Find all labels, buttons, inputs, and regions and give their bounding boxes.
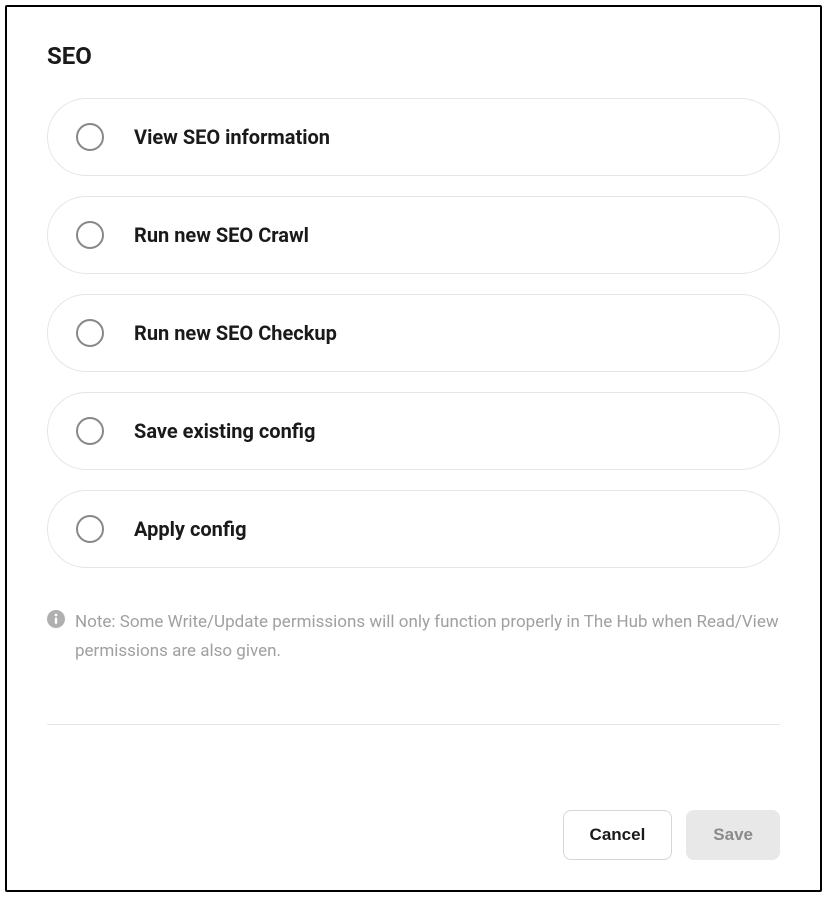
radio-icon bbox=[76, 515, 104, 543]
option-label: View SEO information bbox=[134, 125, 330, 149]
info-icon bbox=[47, 610, 65, 628]
option-save-existing-config[interactable]: Save existing config bbox=[47, 392, 780, 470]
note-text: Note: Some Write/Update permissions will… bbox=[75, 608, 780, 666]
save-button[interactable]: Save bbox=[686, 810, 780, 860]
button-row: Cancel Save bbox=[7, 785, 820, 890]
note-block: Note: Some Write/Update permissions will… bbox=[47, 608, 780, 696]
note-body: Some Write/Update permissions will only … bbox=[75, 612, 779, 661]
note-prefix: Note: bbox=[75, 612, 120, 632]
radio-icon bbox=[76, 417, 104, 445]
option-apply-config[interactable]: Apply config bbox=[47, 490, 780, 568]
option-label: Run new SEO Crawl bbox=[134, 223, 309, 247]
section-title: SEO bbox=[47, 42, 780, 70]
option-label: Run new SEO Checkup bbox=[134, 321, 337, 345]
seo-permissions-modal: SEO View SEO information Run new SEO Cra… bbox=[5, 5, 822, 892]
option-run-new-seo-checkup[interactable]: Run new SEO Checkup bbox=[47, 294, 780, 372]
modal-body: SEO View SEO information Run new SEO Cra… bbox=[7, 7, 820, 785]
radio-icon bbox=[76, 221, 104, 249]
option-view-seo-information[interactable]: View SEO information bbox=[47, 98, 780, 176]
radio-icon bbox=[76, 123, 104, 151]
option-list: View SEO information Run new SEO Crawl R… bbox=[47, 98, 780, 568]
radio-icon bbox=[76, 319, 104, 347]
divider bbox=[47, 724, 780, 725]
option-run-new-seo-crawl[interactable]: Run new SEO Crawl bbox=[47, 196, 780, 274]
cancel-button[interactable]: Cancel bbox=[563, 810, 673, 860]
option-label: Apply config bbox=[134, 517, 247, 541]
option-label: Save existing config bbox=[134, 419, 315, 443]
